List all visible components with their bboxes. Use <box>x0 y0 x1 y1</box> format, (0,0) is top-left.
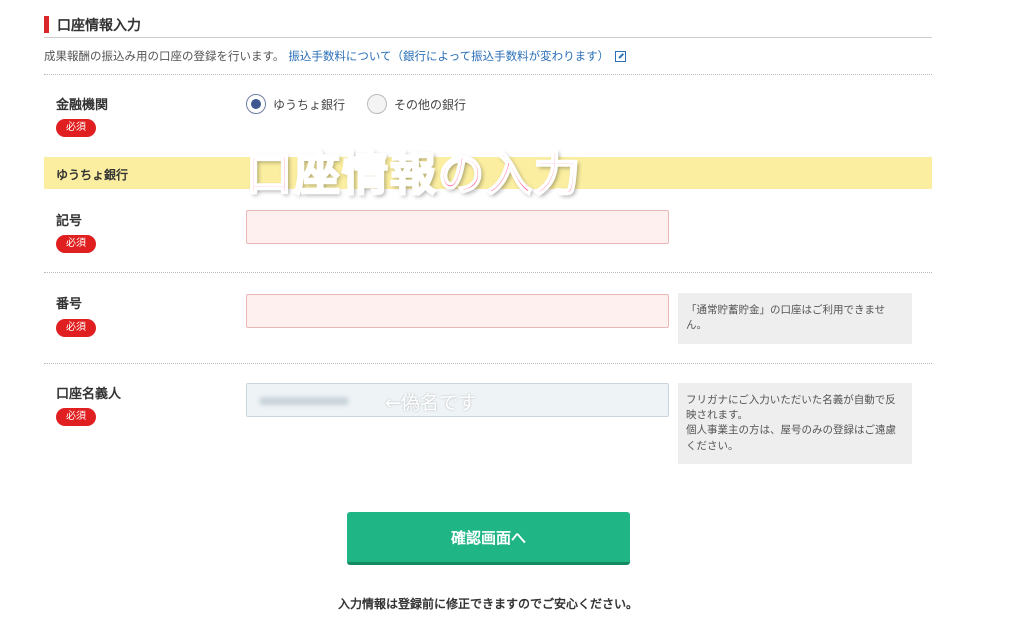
fee-info-link[interactable]: 振込手数料について（銀行によって振込手数料が変わります） <box>288 48 609 64</box>
radio-yucho-label: ゆうちょ銀行 <box>273 97 346 112</box>
blurred-name-value <box>259 397 349 405</box>
title-accent-bar <box>44 16 49 33</box>
radio-yucho[interactable]: ゆうちょ銀行 <box>246 94 345 114</box>
divider <box>44 363 932 364</box>
meigi-label: 口座名義人 <box>56 387 122 402</box>
divider <box>44 272 932 273</box>
required-badge: 必須 <box>56 119 96 137</box>
confirm-button[interactable]: 確認画面へ <box>347 512 630 565</box>
radio-other-bank[interactable]: その他の銀行 <box>367 94 466 114</box>
pseudonym-annotation: ←偽名です <box>385 392 477 414</box>
overlay-caption: 口座情報の入力 <box>245 146 582 202</box>
divider <box>44 74 932 75</box>
kigou-input[interactable] <box>246 210 669 244</box>
radio-unchecked-icon[interactable] <box>367 94 388 114</box>
intro-description: 成果報酬の振込み用の口座の登録を行います。 <box>44 49 285 63</box>
radio-checked-icon[interactable] <box>246 94 266 114</box>
footer-note: 入力情報は登録前に修正できますのでご安心ください。 <box>337 597 638 611</box>
page-title: 口座情報入力 <box>57 17 141 34</box>
required-badge: 必須 <box>56 408 96 426</box>
bank-label: 金融機関 <box>56 98 109 113</box>
radio-other-label: その他の銀行 <box>394 97 467 112</box>
bangou-input[interactable] <box>246 294 669 328</box>
required-badge: 必須 <box>56 235 96 253</box>
bangou-label: 番号 <box>56 297 83 312</box>
bank-radio-group: ゆうちょ銀行 その他の銀行 <box>246 94 488 114</box>
intro-text: 成果報酬の振込み用の口座の登録を行います。 振込手数料について（銀行によって振込… <box>44 48 627 64</box>
bangou-hint: 「通常貯蓄貯金」の口座はご利用できません。 <box>678 293 912 344</box>
meigi-hint: フリガナにご入力いただいた名義が自動で反映されます。 個人事業主の方は、屋号のみ… <box>678 383 912 464</box>
required-badge: 必須 <box>56 319 96 337</box>
yucho-section-label: ゆうちょ銀行 <box>56 168 129 182</box>
section-title: 口座情報入力 <box>44 12 932 38</box>
meigi-input[interactable]: ←偽名です <box>246 383 669 417</box>
external-link-icon[interactable] <box>615 50 627 62</box>
kigou-label: 記号 <box>56 214 83 229</box>
